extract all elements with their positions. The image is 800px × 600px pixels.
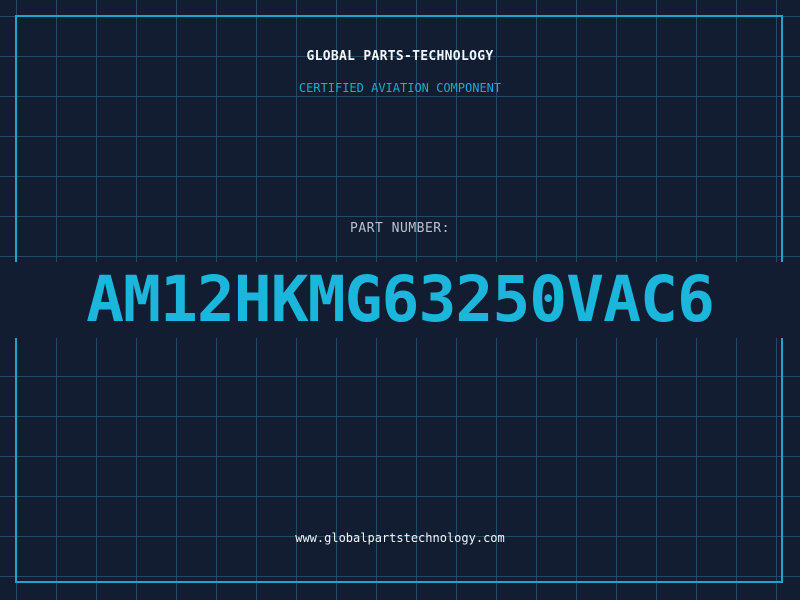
part-number-value: AM12HKMG63250VAC6 <box>0 262 800 338</box>
website-url: www.globalpartstechnology.com <box>295 531 505 545</box>
part-label-card: GLOBAL PARTS-TECHNOLOGY CERTIFIED AVIATI… <box>0 0 800 600</box>
company-name: GLOBAL PARTS-TECHNOLOGY <box>306 49 494 64</box>
company-tagline: CERTIFIED AVIATION COMPONENT <box>298 81 502 95</box>
part-number-label: PART NUMBER: <box>350 221 450 236</box>
